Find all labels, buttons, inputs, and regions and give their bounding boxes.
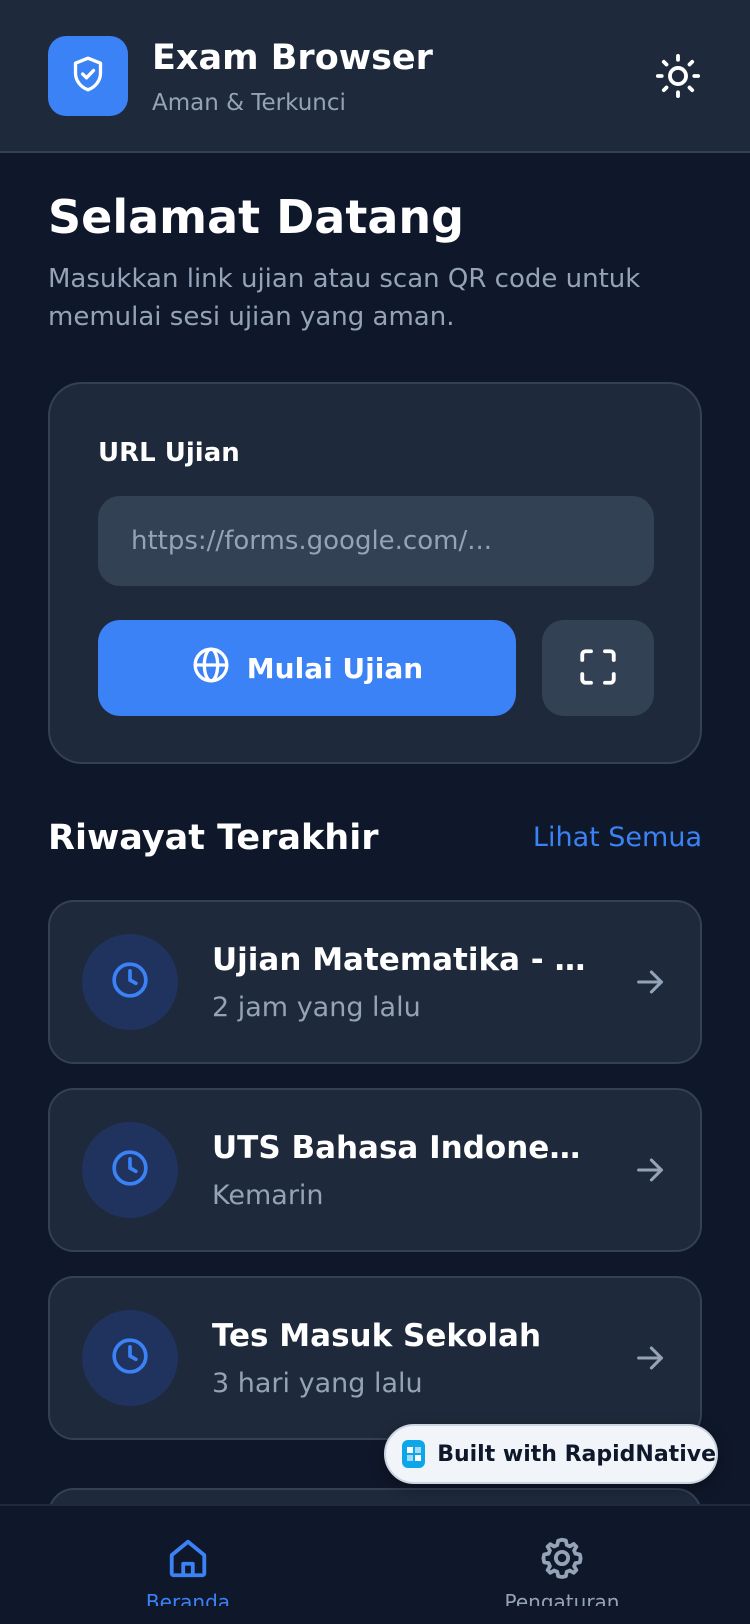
history-item-title: Tes Masuk Sekolah bbox=[212, 1318, 542, 1354]
bottom-navigation: Beranda Pengaturan bbox=[0, 1504, 750, 1624]
history-item-time: 2 jam yang lalu bbox=[212, 992, 421, 1023]
start-exam-label: Mulai Ujian bbox=[246, 651, 424, 685]
app-screen: Exam Browser Aman & Terkunci Selamat Dat… bbox=[0, 0, 750, 1624]
history-item[interactable]: Ujian Matematika - Se... 2 jam yang lalu bbox=[48, 900, 702, 1064]
sun-icon bbox=[655, 53, 701, 103]
clock-icon-wrap bbox=[82, 1310, 178, 1406]
scan-qr-button[interactable] bbox=[542, 620, 654, 716]
scan-frame-icon bbox=[577, 646, 619, 691]
app-title: Exam Browser bbox=[152, 38, 433, 78]
theme-toggle-button[interactable] bbox=[650, 50, 706, 106]
history-item[interactable]: UTS Bahasa Indonesia Kemarin bbox=[48, 1088, 702, 1252]
welcome-description: Masukkan link ujian atau scan QR code un… bbox=[48, 264, 641, 332]
clock-icon bbox=[110, 1336, 150, 1380]
badge-text: Built with RapidNative bbox=[437, 1441, 716, 1467]
url-form-card: URL Ujian Mulai Ujian bbox=[48, 382, 702, 764]
url-input[interactable] bbox=[98, 496, 654, 586]
url-label: URL Ujian bbox=[98, 438, 240, 468]
globe-icon bbox=[191, 645, 231, 692]
history-item-time: 3 hari yang lalu bbox=[212, 1368, 423, 1399]
start-exam-button[interactable]: Mulai Ujian bbox=[98, 620, 516, 716]
arrow-right-icon bbox=[630, 1338, 670, 1378]
app-subtitle: Aman & Terkunci bbox=[152, 90, 346, 116]
shield-check-icon bbox=[68, 54, 108, 98]
see-all-link[interactable]: Lihat Semua bbox=[533, 822, 702, 853]
app-header: Exam Browser Aman & Terkunci bbox=[0, 0, 750, 153]
built-with-badge[interactable]: Built with RapidNative bbox=[384, 1424, 718, 1484]
welcome-title: Selamat Datang bbox=[48, 190, 465, 244]
nav-label-home: Beranda bbox=[145, 1590, 231, 1606]
history-item-title: UTS Bahasa Indonesia bbox=[212, 1130, 592, 1166]
gear-icon bbox=[538, 1534, 586, 1582]
nav-label-settings: Pengaturan bbox=[504, 1590, 620, 1606]
arrow-right-icon bbox=[630, 1150, 670, 1190]
rapidnative-logo-icon bbox=[402, 1440, 426, 1468]
clock-icon bbox=[110, 960, 150, 1004]
clock-icon-wrap bbox=[82, 1122, 178, 1218]
history-item[interactable]: Tes Masuk Sekolah 3 hari yang lalu bbox=[48, 1276, 702, 1440]
history-item-title: Ujian Matematika - Se... bbox=[212, 942, 592, 978]
clock-icon bbox=[110, 1148, 150, 1192]
history-item-time: Kemarin bbox=[212, 1180, 324, 1211]
home-icon bbox=[164, 1534, 212, 1582]
arrow-right-icon bbox=[630, 962, 670, 1002]
history-title: Riwayat Terakhir bbox=[48, 818, 379, 858]
nav-item-settings[interactable]: Pengaturan bbox=[462, 1506, 662, 1624]
app-logo bbox=[48, 36, 128, 116]
clock-icon-wrap bbox=[82, 934, 178, 1030]
nav-item-home[interactable]: Beranda bbox=[88, 1506, 288, 1624]
